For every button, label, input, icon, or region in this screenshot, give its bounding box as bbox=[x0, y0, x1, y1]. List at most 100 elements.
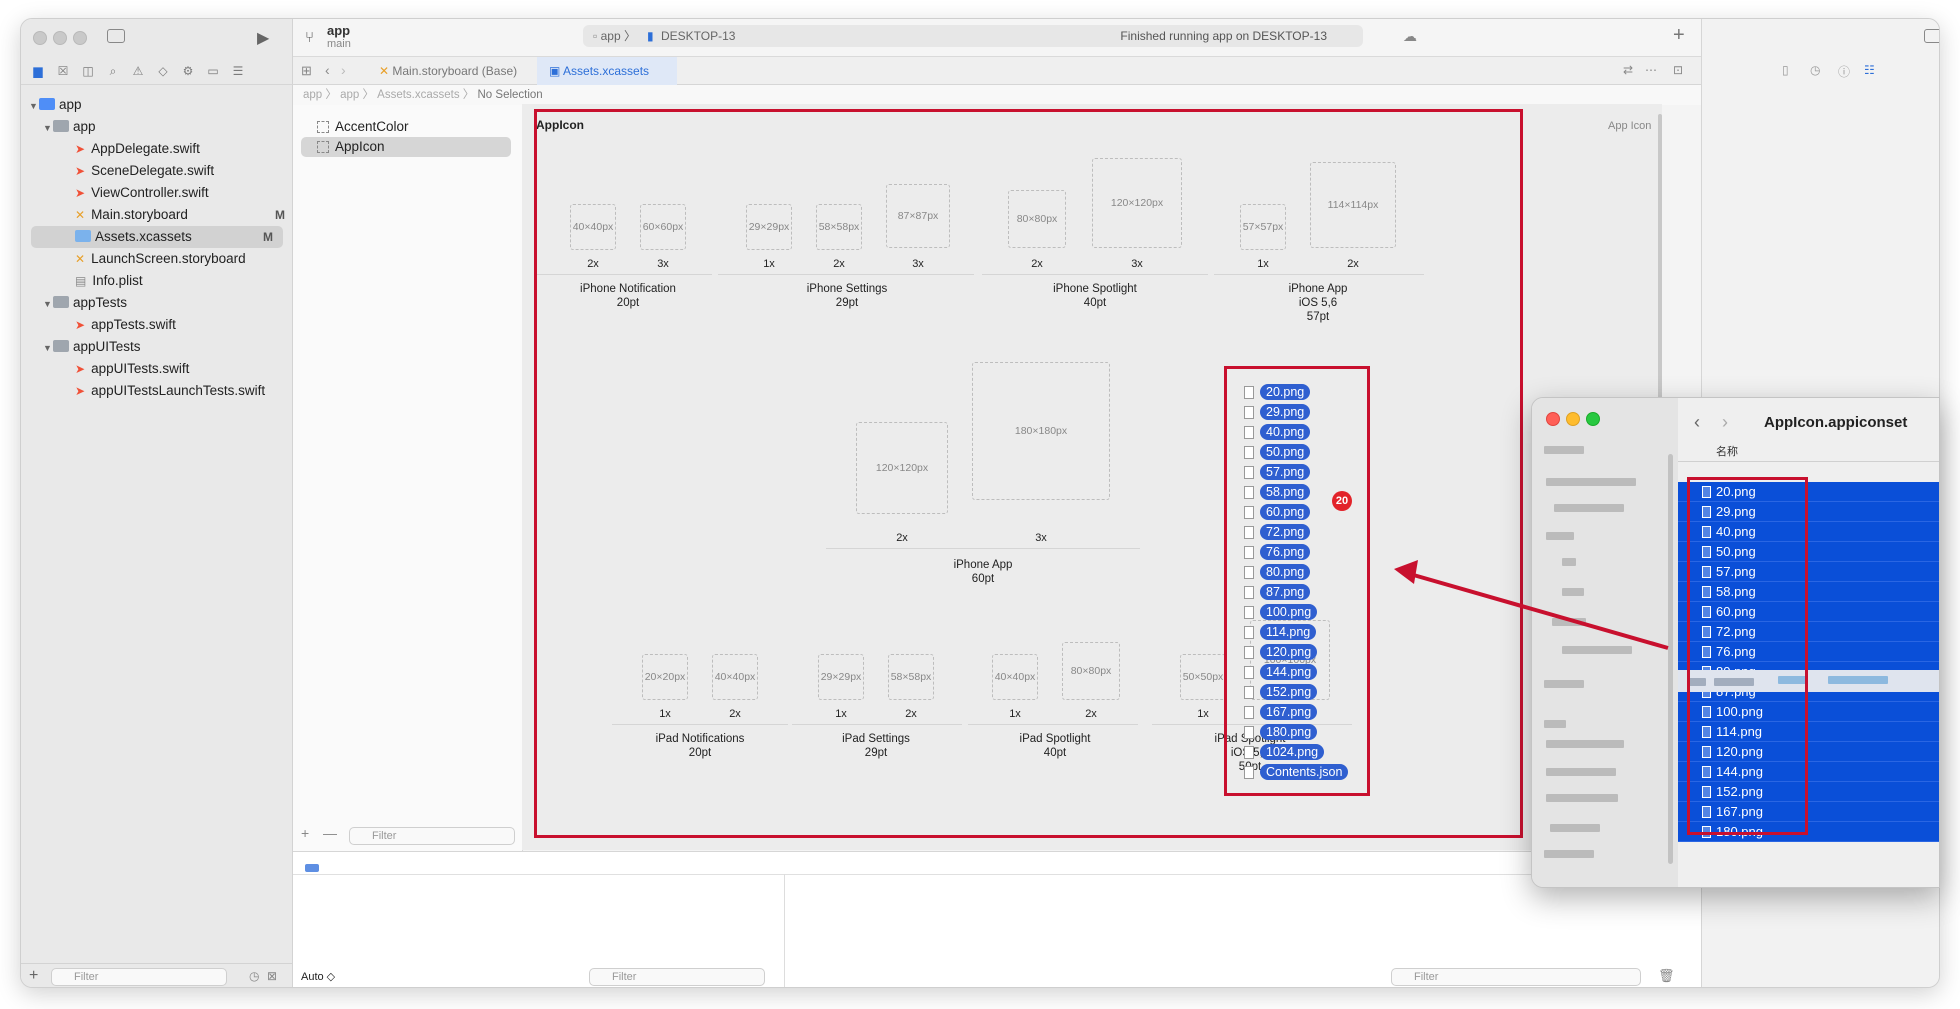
asset-item-appicon[interactable]: AppIcon bbox=[301, 137, 511, 157]
icon-slot[interactable]: 80×80px bbox=[1008, 190, 1066, 248]
zoom-window-button[interactable] bbox=[73, 31, 87, 45]
add-editor-icon[interactable]: ⊡ bbox=[1673, 63, 1683, 77]
icon-slot[interactable]: 80×80px bbox=[1062, 642, 1120, 700]
tree-item-file[interactable]: ➤ appUITests.swift bbox=[75, 358, 285, 380]
add-icon[interactable]: + bbox=[29, 967, 38, 985]
history-icon[interactable]: ◷ bbox=[1810, 63, 1820, 77]
folder-icon[interactable]: ▆ bbox=[31, 64, 45, 78]
breadcrumb-item[interactable]: Assets.xcassets bbox=[377, 89, 459, 101]
navigator-filter-field[interactable]: Filter bbox=[51, 968, 227, 986]
source-control-filter-icon[interactable]: ⊠ bbox=[267, 969, 277, 983]
icon-slot[interactable]: 60×60px bbox=[640, 204, 686, 250]
asset-filter-field[interactable]: Filter bbox=[349, 827, 515, 845]
icon-slot[interactable]: 58×58px bbox=[816, 204, 862, 250]
remove-asset-icon[interactable]: — bbox=[323, 825, 337, 841]
tree-item-file[interactable]: ➤ SceneDelegate.swift bbox=[75, 160, 285, 182]
breakpoint-icon[interactable]: ▭ bbox=[206, 64, 220, 78]
icon-slot[interactable]: 120×120px bbox=[1092, 158, 1182, 248]
icon-slot[interactable]: 114×114px bbox=[1310, 162, 1396, 248]
tree-item-file[interactable]: ➤ ViewController.swift bbox=[75, 182, 285, 204]
sidebar-toggle-icon[interactable] bbox=[107, 29, 125, 43]
tree-item-file-selected[interactable]: Assets.xcassets M bbox=[31, 226, 283, 248]
icon-slot[interactable]: 58×58px bbox=[888, 654, 934, 700]
disclosure-icon[interactable]: ▼ bbox=[43, 293, 53, 315]
cloud-icon[interactable]: ☁ bbox=[1403, 28, 1417, 45]
icon-slot[interactable]: 40×40px bbox=[992, 654, 1038, 700]
scale-label: 1x bbox=[1197, 708, 1209, 720]
close-window-button[interactable] bbox=[1546, 412, 1560, 426]
icon-slot[interactable]: 40×40px bbox=[570, 204, 616, 250]
add-icon[interactable]: + bbox=[1673, 24, 1685, 47]
tree-item-file[interactable]: ▤ Info.plist bbox=[75, 270, 285, 292]
debug-icon[interactable]: ⚙ bbox=[181, 64, 195, 78]
icon-slot[interactable]: 20×20px bbox=[642, 654, 688, 700]
icon-slot[interactable]: 50×50px bbox=[1180, 654, 1226, 700]
tree-item-file[interactable]: ➤ appTests.swift bbox=[75, 314, 285, 336]
icon-slot[interactable]: 180×180px bbox=[972, 362, 1110, 500]
more-icon[interactable]: ⋯ bbox=[1645, 63, 1657, 77]
tree-item-file[interactable]: ✕ Main.storyboard M bbox=[75, 204, 295, 226]
scheme-selector[interactable]: ▫ app 〉 bbox=[593, 25, 636, 47]
tree-item-group[interactable]: ▼ appTests bbox=[43, 292, 285, 314]
add-asset-icon[interactable]: + bbox=[301, 825, 309, 841]
forward-icon[interactable]: › bbox=[1722, 412, 1728, 433]
icon-slot[interactable]: 57×57px bbox=[1240, 204, 1286, 250]
source-control-icon[interactable]: ☒ bbox=[56, 64, 70, 78]
icon-slot[interactable]: 40×40px bbox=[712, 654, 758, 700]
dragged-file-label: 120.png bbox=[1260, 644, 1318, 660]
activity-view[interactable]: ▫ app 〉 ▮ DESKTOP-13 Finished running ap… bbox=[583, 25, 1363, 47]
trash-icon[interactable]: 🗑 bbox=[1658, 968, 1675, 984]
back-icon[interactable]: ‹ bbox=[1694, 412, 1700, 433]
scale-label: 3x bbox=[1035, 532, 1047, 544]
run-button[interactable]: ▶ bbox=[257, 28, 269, 48]
tab-main-storyboard[interactable]: ✕ Main.storyboard (Base) bbox=[367, 57, 533, 85]
icon-slot[interactable]: 120×120px bbox=[856, 422, 948, 514]
forward-icon[interactable]: › bbox=[341, 62, 346, 78]
console-filter-field[interactable]: Filter bbox=[1391, 968, 1641, 986]
report-icon[interactable]: ☰ bbox=[231, 64, 245, 78]
file-inspector-icon[interactable]: ▯ bbox=[1782, 63, 1789, 77]
attributes-icon[interactable]: ☷ bbox=[1864, 63, 1875, 77]
disclosure-icon[interactable]: ▼ bbox=[43, 117, 53, 139]
related-items-icon[interactable]: ⇄ bbox=[1623, 63, 1633, 77]
inspector-toggle-icon[interactable] bbox=[1924, 29, 1939, 43]
asset-item-accentcolor[interactable]: AccentColor bbox=[301, 117, 511, 137]
tree-item-file[interactable]: ✕ LaunchScreen.storyboard bbox=[75, 248, 285, 270]
back-icon[interactable]: ‹ bbox=[325, 62, 330, 78]
icon-slot[interactable]: 87×87px bbox=[886, 184, 950, 248]
tree-item-group[interactable]: ▼ app bbox=[43, 116, 285, 138]
close-window-button[interactable] bbox=[33, 31, 47, 45]
zoom-window-button[interactable] bbox=[1586, 412, 1600, 426]
canvas-title: AppIcon bbox=[536, 118, 584, 132]
variables-filter-field[interactable]: Filter bbox=[589, 968, 765, 986]
recent-files-icon[interactable]: ◷ bbox=[249, 969, 259, 983]
breadcrumb-item[interactable]: app bbox=[303, 89, 322, 101]
disclosure-icon[interactable]: ▼ bbox=[29, 95, 39, 117]
test-icon[interactable]: ◇ bbox=[156, 64, 170, 78]
breadcrumb-item[interactable]: app bbox=[340, 89, 359, 101]
tree-item-group[interactable]: ▼ appUITests bbox=[43, 336, 285, 358]
column-header-name[interactable]: 名称 bbox=[1678, 442, 1939, 462]
issue-icon[interactable]: ⚠ bbox=[131, 64, 145, 78]
help-icon[interactable]: ⓘ bbox=[1838, 63, 1850, 80]
tree-item-project[interactable]: ▼ app bbox=[29, 94, 285, 116]
swift-file-icon: ➤ bbox=[75, 318, 86, 332]
bookmark-icon[interactable]: ◫ bbox=[81, 64, 95, 78]
icon-slot[interactable]: 29×29px bbox=[746, 204, 792, 250]
dragged-file-label: 87.png bbox=[1260, 584, 1311, 600]
debug-toggle-icon[interactable] bbox=[305, 864, 319, 872]
sidebar-scrollbar[interactable] bbox=[1668, 454, 1673, 864]
asset-canvas: AppIcon App Icon 40×40px 60×60px 29×29px… bbox=[522, 104, 1662, 850]
destination-selector[interactable]: DESKTOP-13 bbox=[661, 25, 735, 47]
minimize-window-button[interactable] bbox=[1566, 412, 1580, 426]
grid-icon[interactable]: ⊞ bbox=[301, 63, 312, 79]
variables-mode-selector[interactable]: Auto ◇ bbox=[301, 970, 335, 983]
minimize-window-button[interactable] bbox=[53, 31, 67, 45]
tree-item-file[interactable]: ➤ AppDelegate.swift bbox=[75, 138, 285, 160]
icon-slot[interactable]: 29×29px bbox=[818, 654, 864, 700]
disclosure-icon[interactable]: ▼ bbox=[43, 337, 53, 359]
tree-item-file[interactable]: ➤ appUITestsLaunchTests.swift bbox=[75, 380, 285, 402]
search-icon[interactable]: ⌕ bbox=[106, 64, 120, 78]
scale-label: 1x bbox=[763, 258, 775, 270]
tab-assets[interactable]: ▣ Assets.xcassets bbox=[537, 57, 677, 85]
